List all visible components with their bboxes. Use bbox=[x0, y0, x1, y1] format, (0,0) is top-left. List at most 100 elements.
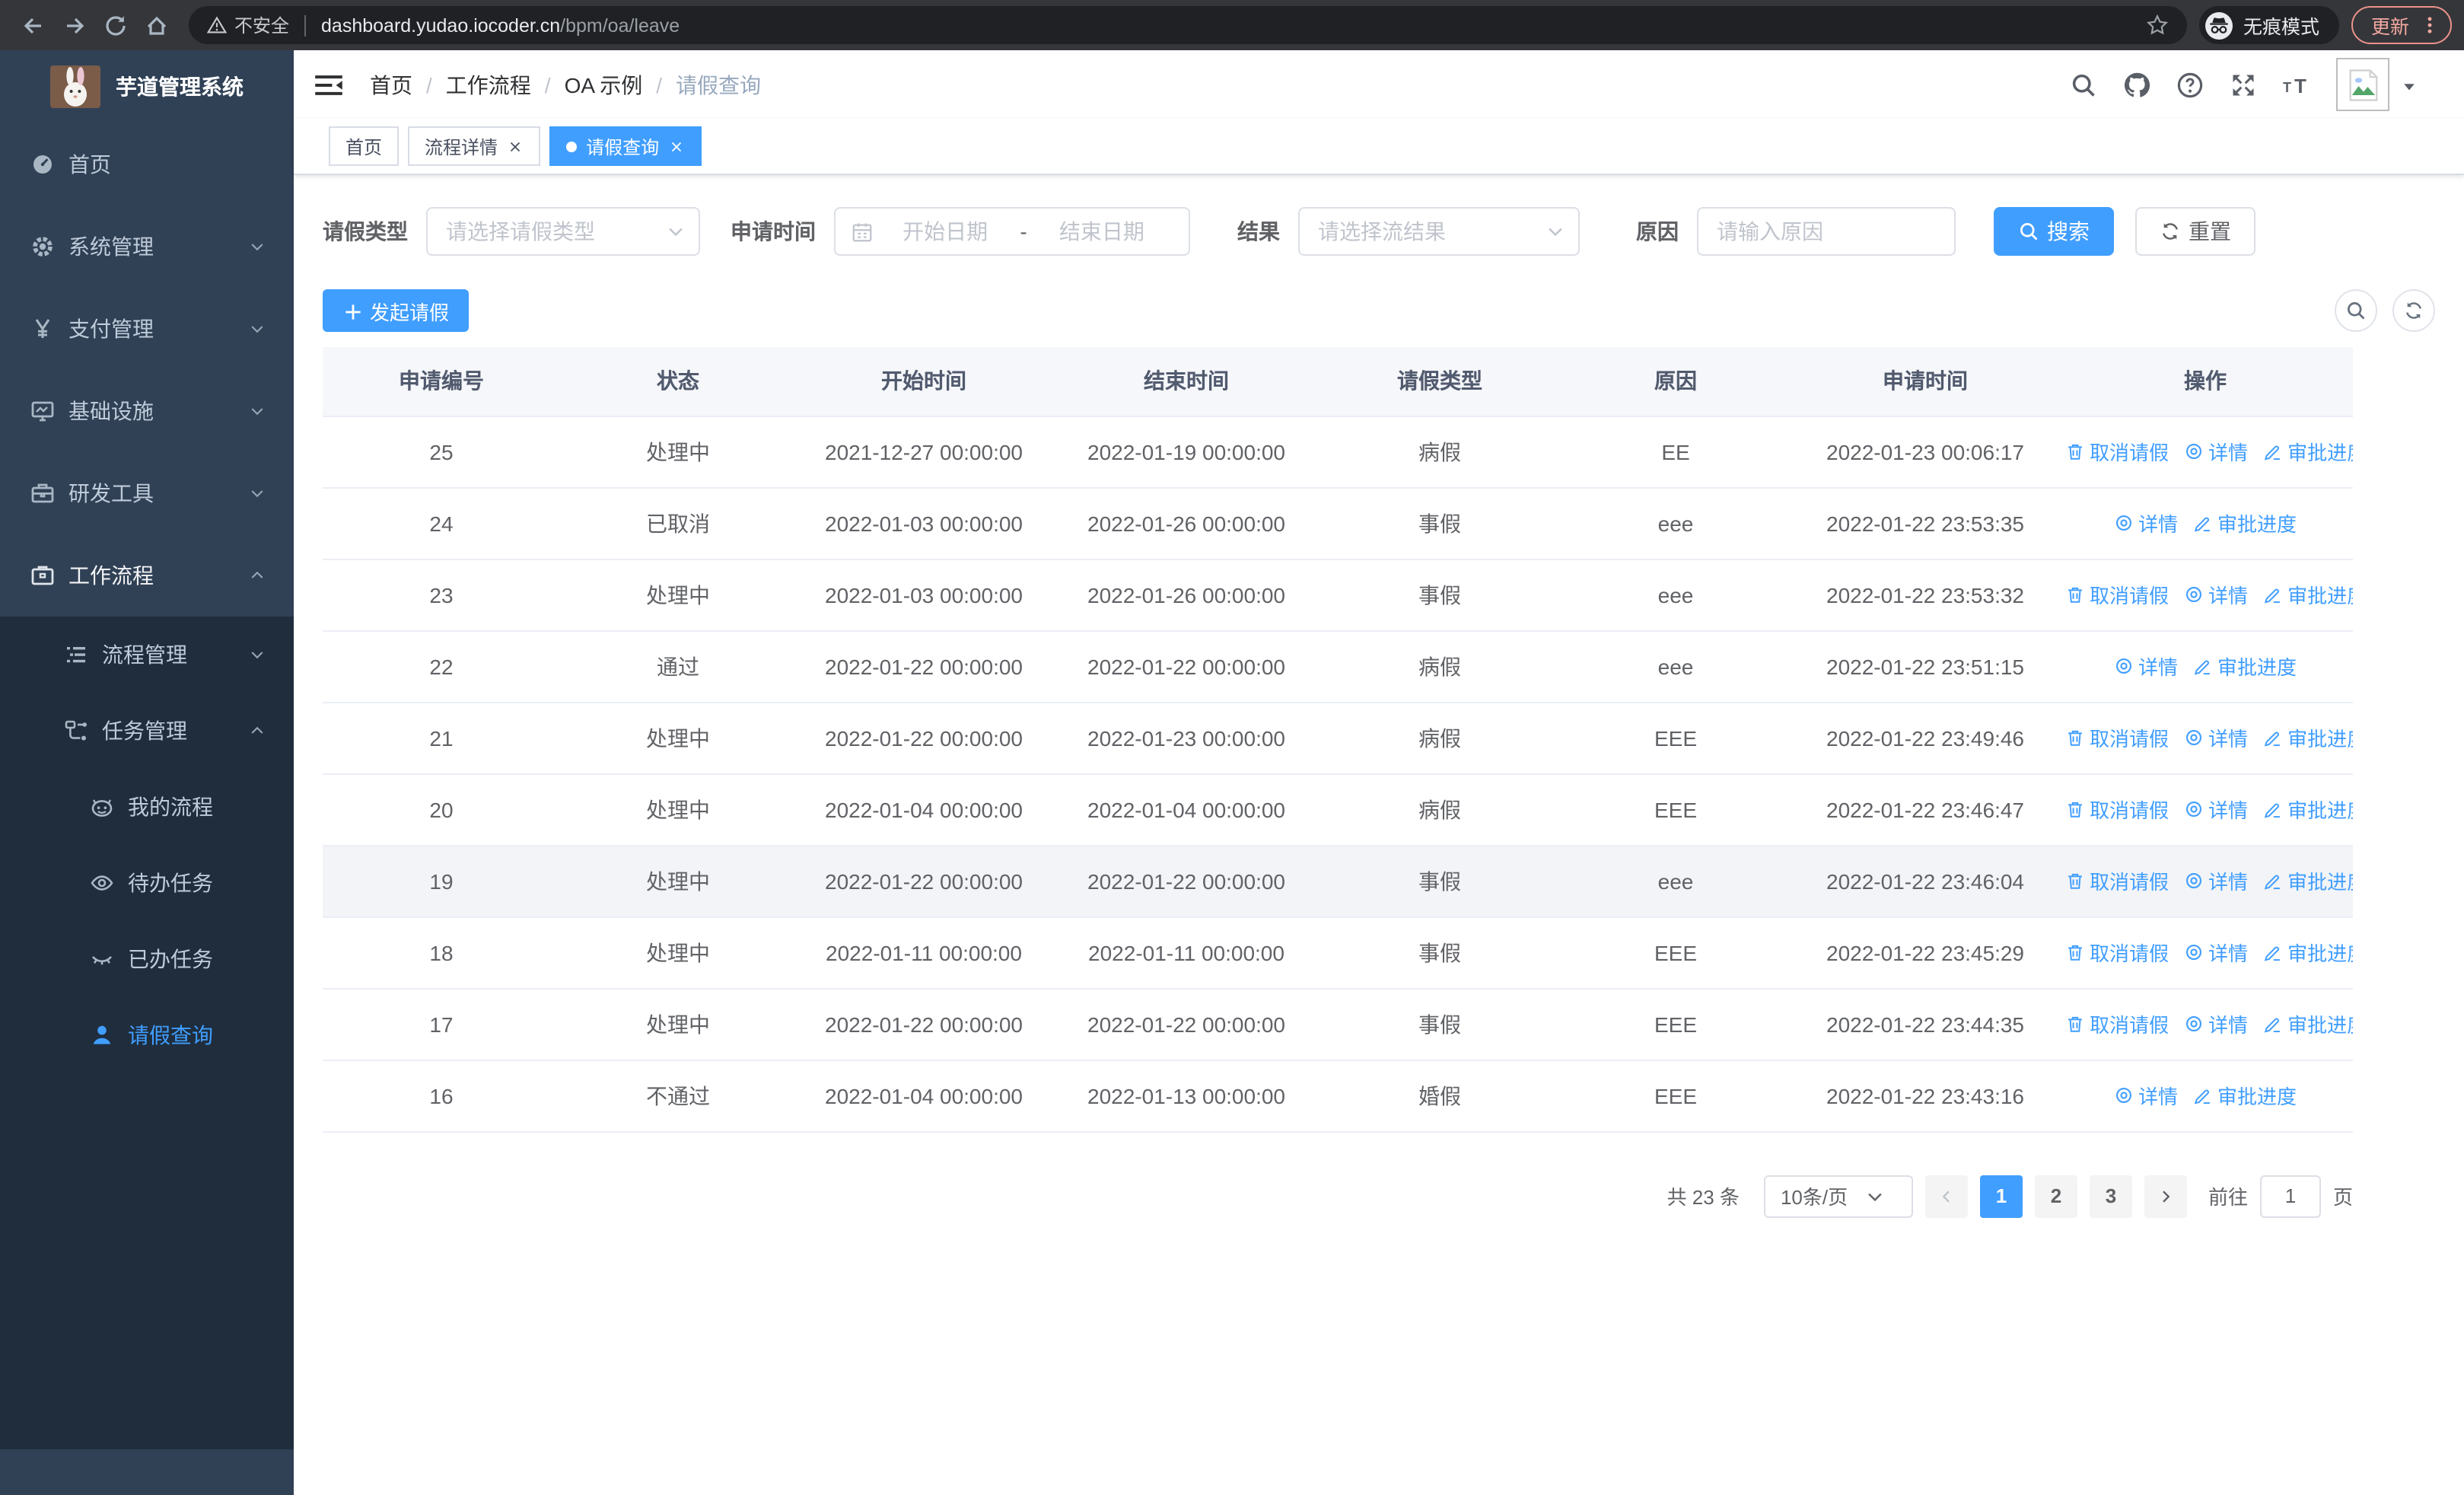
action-cancel-leave[interactable]: 取消请假 bbox=[2065, 938, 2169, 967]
create-leave-button[interactable]: 发起请假 bbox=[323, 289, 470, 332]
close-icon[interactable] bbox=[668, 138, 685, 155]
avatar[interactable] bbox=[2336, 58, 2389, 111]
action-cancel-leave[interactable]: 取消请假 bbox=[2065, 437, 2169, 466]
browser-menu-kebab-icon[interactable] bbox=[2420, 15, 2440, 35]
action-cancel-leave[interactable]: 取消请假 bbox=[2065, 866, 2169, 895]
refresh-table-button[interactable] bbox=[2392, 289, 2435, 332]
cell-actions: 取消请假 详情 审批进度 bbox=[2058, 988, 2353, 1060]
goto-page-input[interactable] bbox=[2259, 1175, 2321, 1217]
address-bar[interactable]: 不安全 dashboard.yudao.iocoder.cn /bpm/oa/l… bbox=[189, 6, 2187, 44]
page-number-button[interactable]: 2 bbox=[2034, 1175, 2077, 1217]
font-size-button[interactable]: TT bbox=[2283, 71, 2310, 98]
action-approval-progress[interactable]: 审批进度 bbox=[2263, 795, 2353, 824]
result-select[interactable]: 请选择流结果 bbox=[1298, 207, 1580, 256]
action-cancel-leave[interactable]: 取消请假 bbox=[2065, 1009, 2169, 1038]
action-view-detail[interactable]: 详情 bbox=[2114, 1081, 2178, 1110]
breadcrumb-workflow[interactable]: 工作流程 bbox=[446, 69, 531, 100]
header-search-button[interactable] bbox=[2070, 71, 2097, 98]
toggle-search-button[interactable] bbox=[2335, 289, 2377, 332]
breadcrumb-home[interactable]: 首页 bbox=[370, 69, 412, 100]
action-approval-progress[interactable]: 审批进度 bbox=[2263, 938, 2353, 967]
action-label: 详情 bbox=[2208, 942, 2249, 965]
page-size-select[interactable]: 10条/页 bbox=[1763, 1175, 1913, 1217]
action-view-detail[interactable]: 详情 bbox=[2184, 437, 2248, 466]
chevron-up-icon bbox=[248, 566, 266, 585]
action-view-detail[interactable]: 详情 bbox=[2114, 508, 2178, 537]
action-label: 详情 bbox=[2138, 656, 2178, 679]
sidebar-item[interactable]: 流程管理 bbox=[0, 617, 294, 693]
leave-type-label: 请假类型 bbox=[323, 219, 408, 244]
action-approval-progress[interactable]: 审批进度 bbox=[2263, 1009, 2353, 1038]
cell-end-time: 2022-01-13 00:00:00 bbox=[1052, 1060, 1321, 1132]
next-page-button[interactable] bbox=[2144, 1175, 2187, 1217]
sidebar-collapse-button[interactable] bbox=[314, 69, 344, 100]
action-label: 详情 bbox=[2138, 1085, 2178, 1108]
pen-icon bbox=[2193, 513, 2213, 533]
sidebar-item[interactable]: 已办任务 bbox=[0, 921, 294, 997]
action-approval-progress[interactable]: 审批进度 bbox=[2263, 437, 2353, 466]
action-view-detail[interactable]: 详情 bbox=[2184, 866, 2248, 895]
page-size-value: 10条/页 bbox=[1780, 1186, 1848, 1209]
page-number-button[interactable]: 1 bbox=[1979, 1175, 2023, 1217]
forward-button[interactable] bbox=[53, 5, 94, 46]
sidebar-footer bbox=[0, 1449, 294, 1495]
reset-button[interactable]: 重置 bbox=[2135, 207, 2255, 256]
action-view-detail[interactable]: 详情 bbox=[2184, 938, 2248, 967]
cell-reason: eee bbox=[1558, 630, 1793, 703]
app-logo-row[interactable]: 芋道管理系统 bbox=[0, 50, 294, 123]
sidebar-item[interactable]: 首页 bbox=[0, 123, 294, 206]
bookmark-star-icon[interactable] bbox=[2146, 14, 2169, 37]
leave-type-select[interactable]: 请选择请假类型 bbox=[426, 207, 700, 256]
sidebar-item[interactable]: 待办任务 bbox=[0, 845, 294, 921]
fullscreen-button[interactable] bbox=[2230, 71, 2257, 98]
action-approval-progress[interactable]: 审批进度 bbox=[2263, 723, 2353, 752]
sidebar-item[interactable]: 请假查询 bbox=[0, 997, 294, 1073]
github-button[interactable] bbox=[2123, 71, 2150, 98]
home-button[interactable] bbox=[135, 5, 177, 46]
sidebar-item[interactable]: 工作流程 bbox=[0, 534, 294, 617]
breadcrumb-separator: / bbox=[544, 72, 551, 97]
sidebar-item[interactable]: 我的流程 bbox=[0, 769, 294, 845]
back-icon bbox=[21, 13, 45, 37]
action-view-detail[interactable]: 详情 bbox=[2184, 580, 2248, 609]
action-approval-progress[interactable]: 审批进度 bbox=[2193, 652, 2297, 681]
help-button[interactable] bbox=[2176, 71, 2204, 98]
action-approval-progress[interactable]: 审批进度 bbox=[2263, 866, 2353, 895]
tab-item[interactable]: 首页 bbox=[329, 126, 400, 166]
pen-icon bbox=[2263, 871, 2283, 891]
cell-end-time: 2022-01-04 00:00:00 bbox=[1052, 773, 1321, 846]
sidebar-item[interactable]: 基础设施 bbox=[0, 370, 294, 452]
action-view-detail[interactable]: 详情 bbox=[2184, 1009, 2248, 1038]
action-view-detail[interactable]: 详情 bbox=[2184, 795, 2248, 824]
reload-button[interactable] bbox=[94, 5, 135, 46]
breadcrumb-oa-example[interactable]: OA 示例 bbox=[565, 69, 643, 100]
cell-apply-time: 2022-01-22 23:49:46 bbox=[1793, 702, 2058, 774]
sidebar-item[interactable]: 系统管理 bbox=[0, 206, 294, 288]
close-icon[interactable] bbox=[507, 138, 524, 155]
action-view-detail[interactable]: 详情 bbox=[2114, 652, 2178, 681]
reason-input[interactable] bbox=[1697, 207, 1956, 256]
action-cancel-leave[interactable]: 取消请假 bbox=[2065, 723, 2169, 752]
apply-time-range-picker[interactable]: 开始日期 - 结束日期 bbox=[834, 207, 1190, 256]
back-button[interactable] bbox=[12, 5, 53, 46]
briefcase-icon bbox=[30, 563, 55, 588]
sidebar-item[interactable]: 任务管理 bbox=[0, 693, 294, 769]
action-view-detail[interactable]: 详情 bbox=[2184, 723, 2248, 752]
sidebar-item[interactable]: 研发工具 bbox=[0, 452, 294, 534]
page-number-button[interactable]: 3 bbox=[2089, 1175, 2132, 1217]
action-cancel-leave[interactable]: 取消请假 bbox=[2065, 580, 2169, 609]
prev-page-button[interactable] bbox=[1924, 1175, 1968, 1217]
browser-update-button[interactable]: 更新 bbox=[2351, 6, 2452, 44]
action-cancel-leave[interactable]: 取消请假 bbox=[2065, 795, 2169, 824]
cell-status: 处理中 bbox=[560, 702, 796, 774]
action-approval-progress[interactable]: 审批进度 bbox=[2193, 508, 2297, 537]
chevron-down-icon bbox=[1545, 221, 1566, 242]
search-button[interactable]: 搜索 bbox=[1994, 207, 2114, 256]
action-approval-progress[interactable]: 审批进度 bbox=[2193, 1081, 2297, 1110]
user-dropdown-caret-icon[interactable] bbox=[2400, 75, 2418, 94]
tab-item[interactable]: 请假查询 bbox=[549, 126, 702, 166]
tab-item[interactable]: 流程详情 bbox=[408, 126, 541, 166]
not-secure-warning-icon bbox=[206, 15, 228, 35]
sidebar-item[interactable]: 支付管理 bbox=[0, 288, 294, 370]
action-approval-progress[interactable]: 审批进度 bbox=[2263, 580, 2353, 609]
